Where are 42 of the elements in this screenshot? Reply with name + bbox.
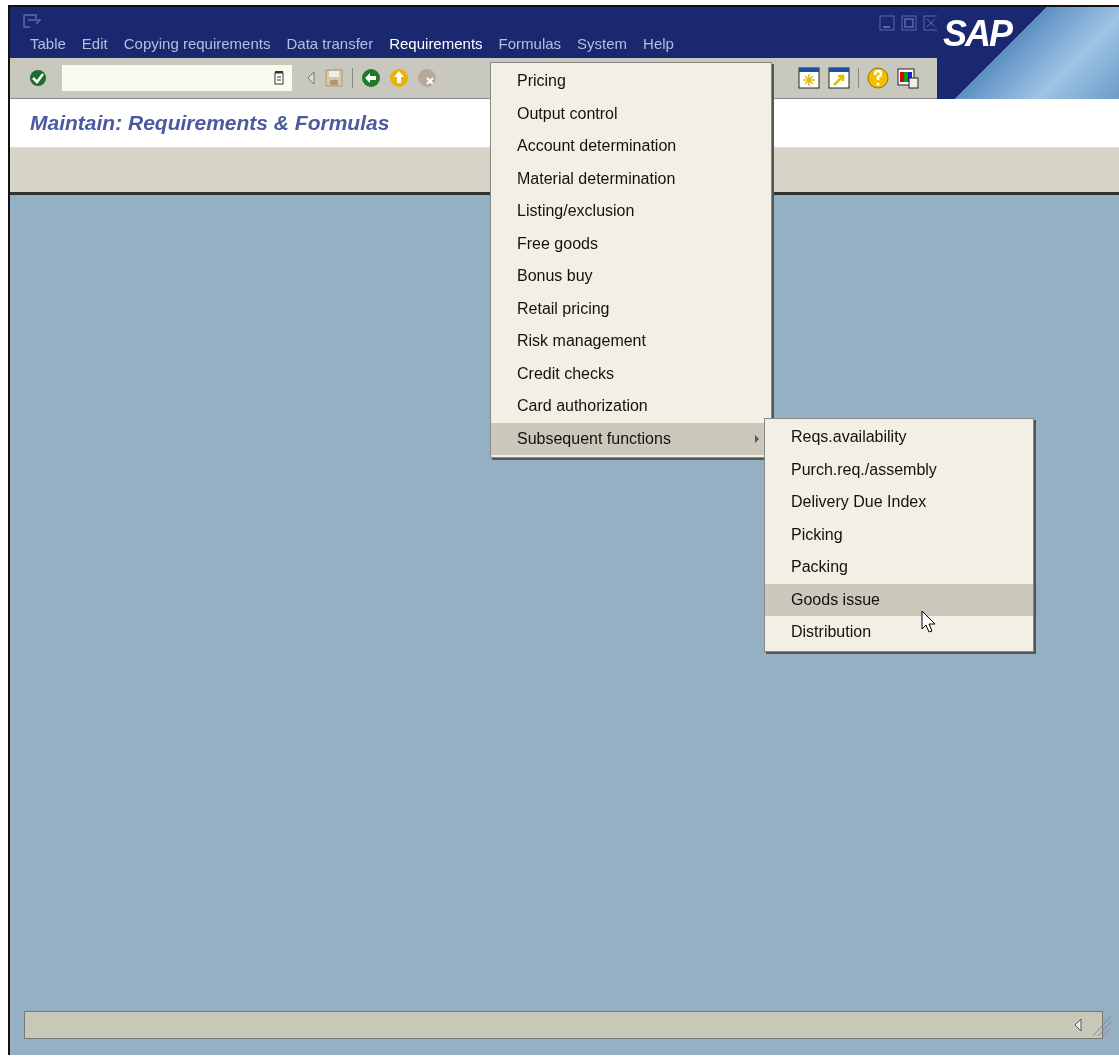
menu-option[interactable]: Packing: [765, 551, 1033, 584]
menu-option[interactable]: Listing/exclusion: [491, 195, 771, 228]
menu-option[interactable]: Risk management: [491, 325, 771, 358]
help-icon[interactable]: [867, 67, 889, 89]
mouse-pointer-icon: [921, 610, 937, 634]
menu-option[interactable]: Account determination: [491, 130, 771, 163]
menu-option[interactable]: Bonus buy: [491, 260, 771, 293]
menu-item[interactable]: Data transfer: [278, 35, 382, 52]
triangle-left-icon[interactable]: [1073, 1018, 1083, 1032]
menu-option[interactable]: Distribution: [765, 616, 1033, 649]
new-session-icon[interactable]: [798, 67, 820, 89]
menu-option[interactable]: Credit checks: [491, 357, 771, 390]
shortcut-icon[interactable]: [828, 67, 850, 89]
menu-option[interactable]: Material determination: [491, 162, 771, 195]
menu-option[interactable]: Output control: [491, 97, 771, 130]
screen-title: Maintain: Requirements & Formulas: [30, 111, 390, 135]
menu-option[interactable]: Delivery Due Index: [765, 486, 1033, 519]
maximize-icon[interactable]: [901, 15, 917, 31]
menu-option[interactable]: Retail pricing: [491, 292, 771, 325]
menu-option[interactable]: Free goods: [491, 227, 771, 260]
menu-option[interactable]: Card authorization: [491, 390, 771, 423]
minimize-icon[interactable]: [879, 15, 895, 31]
layout-icon[interactable]: [897, 67, 919, 89]
menu-option[interactable]: Purch.req./assembly: [765, 453, 1033, 486]
triangle-left-icon[interactable]: [306, 70, 316, 86]
cancel-icon[interactable]: [417, 68, 437, 88]
menu-item[interactable]: System: [569, 35, 636, 52]
menu-item[interactable]: Help: [635, 35, 682, 52]
menu-item[interactable]: Table: [22, 35, 74, 52]
menu-item[interactable]: Edit: [73, 35, 116, 52]
menu-item[interactable]: Formulas: [490, 35, 570, 52]
history-icon[interactable]: [274, 71, 284, 85]
menu-item[interactable]: Copying requirements: [115, 35, 279, 52]
menu-option[interactable]: Goods issue: [765, 583, 1033, 616]
logo: SAP: [943, 13, 1012, 55]
back-icon[interactable]: [361, 68, 381, 88]
command-field[interactable]: [62, 65, 292, 91]
save-icon[interactable]: [324, 68, 344, 88]
menu-item[interactable]: Requirements: [381, 35, 491, 52]
menu-option[interactable]: Picking: [765, 518, 1033, 551]
system-menu-icon[interactable]: [22, 13, 42, 29]
enter-icon[interactable]: [28, 68, 48, 88]
